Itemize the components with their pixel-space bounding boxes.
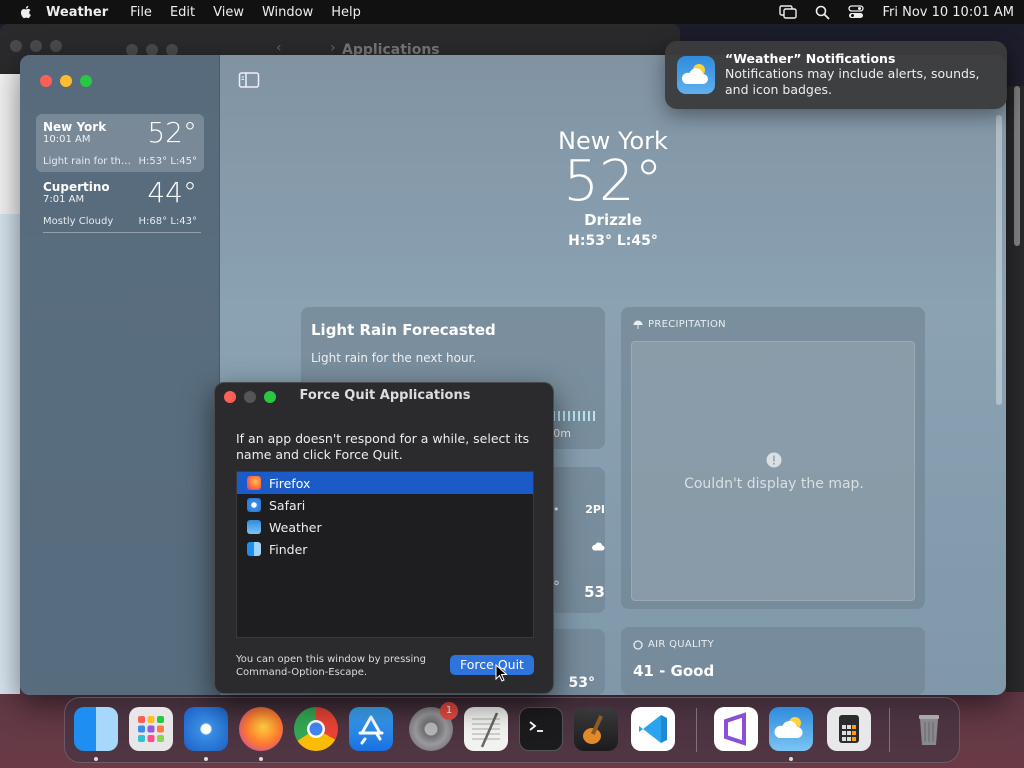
background-window-edge-top (0, 74, 20, 214)
main-scrollbar[interactable] (996, 115, 1002, 405)
dock-finder-icon[interactable] (74, 707, 118, 751)
dock-weather-icon[interactable] (769, 707, 813, 751)
hourly-degree: ° (553, 579, 560, 595)
map-error-message: Couldn't display the map. (684, 476, 864, 492)
weather-icon (247, 520, 261, 534)
apple-menu-icon[interactable] (18, 4, 34, 20)
force-quit-button[interactable]: Force Quit (450, 655, 534, 675)
weather-sidebar: New York 10:01 AM 52° Light rain for the… (20, 55, 220, 695)
cloud-icon (592, 542, 605, 551)
control-center-icon[interactable] (848, 5, 865, 19)
dock-running-indicator (94, 757, 98, 761)
app-name: Safari (269, 497, 306, 513)
dock-terminal-icon[interactable] (519, 707, 563, 751)
app-list[interactable]: Firefox Safari Weather Finder (236, 471, 534, 638)
menu-file[interactable]: File (130, 5, 152, 20)
air-quality-icon (633, 639, 643, 650)
weather-app-icon (677, 56, 715, 94)
dock-app-store-icon[interactable] (349, 707, 393, 751)
rain-card-text: Light rain for the next hour. (311, 351, 477, 365)
dock-trash-icon[interactable] (907, 707, 951, 751)
safari-icon (247, 498, 261, 512)
minimize-button[interactable] (60, 75, 72, 87)
screen-mirroring-icon[interactable] (779, 5, 798, 19)
background-window-controls (10, 40, 62, 52)
menu-edit[interactable]: Edit (170, 5, 195, 20)
city-high-low: H:53° L:45° (138, 156, 197, 167)
menu-bar-clock[interactable]: Fri Nov 10 10:01 AM (882, 5, 1014, 20)
force-quit-dialog: Force Quit Applications If an app doesn'… (214, 382, 554, 694)
air-quality-card[interactable]: AIR QUALITY 41 - Good (621, 627, 925, 695)
app-row-weather[interactable]: Weather (237, 516, 533, 538)
current-high-low: H:53° L:45° (568, 233, 658, 249)
dock (64, 697, 960, 763)
air-quality-value: 41 - Good (633, 662, 715, 680)
dock-firefox-icon[interactable] (239, 707, 283, 751)
precipitation-map[interactable]: Couldn't display the map. (631, 341, 915, 601)
app-row-finder[interactable]: Finder (237, 538, 533, 560)
rain-scale-label: 0m (553, 427, 571, 440)
air-quality-label: AIR QUALITY (648, 639, 714, 650)
dock-launchpad-icon[interactable] (129, 707, 173, 751)
dock-textedit-icon[interactable] (464, 707, 508, 751)
city-condition: Mostly Cloudy (43, 216, 114, 227)
dock-calculator-icon[interactable] (827, 707, 871, 751)
current-condition: Drizzle (584, 211, 642, 229)
city-temp: 52° (147, 116, 197, 149)
hourly-temp: 53 (584, 583, 605, 601)
sidebar-toggle-icon[interactable] (238, 71, 260, 89)
dock-visual-studio-icon[interactable] (714, 707, 758, 751)
dialog-instructions: If an app doesn't respond for a while, s… (236, 431, 530, 462)
app-row-firefox[interactable]: Firefox (237, 472, 533, 494)
zoom-button[interactable] (80, 75, 92, 87)
dialog-hint: You can open this window by pressing Com… (236, 654, 426, 678)
background-scrollbar[interactable] (1014, 86, 1020, 246)
menu-bar: Weather File Edit View Window Help Fri N… (0, 0, 1024, 24)
menu-help[interactable]: Help (331, 5, 361, 20)
precipitation-card[interactable]: PRECIPITATION Couldn't display the map. (621, 307, 925, 609)
finder-icon (247, 542, 261, 556)
system-settings-badge: 1 (440, 702, 458, 720)
close-button[interactable] (40, 75, 52, 87)
dialog-title: Force Quit Applications (299, 388, 471, 403)
menu-app-name[interactable]: Weather (46, 5, 108, 20)
dock-separator (696, 708, 697, 752)
city-condition: Light rain for the next hour. (43, 156, 133, 167)
umbrella-icon (633, 320, 643, 329)
city-temp: 44° (147, 176, 197, 209)
notification-body: Notifications may include alerts, sounds… (725, 66, 980, 97)
mouse-cursor-icon (495, 664, 507, 682)
city-card-cupertino[interactable]: Cupertino 7:01 AM 44° Mostly Cloudy H:68… (36, 174, 204, 232)
notification-title: “Weather” Notifications (725, 51, 896, 66)
city-high-low: H:68° L:43° (138, 216, 197, 227)
info-icon (766, 452, 782, 468)
spotlight-search-icon[interactable] (815, 5, 831, 20)
app-name: Finder (269, 541, 308, 557)
app-name: Firefox (269, 475, 311, 491)
precipitation-label: PRECIPITATION (648, 319, 726, 330)
dock-safari-icon[interactable] (184, 707, 228, 751)
dock-separator (889, 708, 890, 752)
menu-window[interactable]: Window (262, 5, 313, 20)
background-window-right-edge (1006, 86, 1024, 692)
app-name: Weather (269, 519, 322, 535)
dock-garageband-icon[interactable] (574, 707, 618, 751)
dock-chrome-icon[interactable] (294, 707, 338, 751)
dock-running-indicator (789, 757, 793, 761)
dock-running-indicator (259, 757, 263, 761)
dock-vscode-icon[interactable] (631, 707, 675, 751)
app-row-safari[interactable]: Safari (237, 494, 533, 516)
rain-card-title: Light Rain Forecasted (311, 321, 496, 339)
firefox-icon (247, 476, 261, 490)
menu-view[interactable]: View (213, 5, 244, 20)
notification-banner[interactable]: “Weather” Notifications Notifications ma… (665, 41, 1007, 109)
daily-temp: 53° (568, 675, 595, 691)
window-controls (40, 75, 92, 87)
current-weather-header: New York 52° Drizzle H:53° L:45° (220, 127, 1006, 249)
hourly-time: 2PI (585, 503, 605, 516)
dock-running-indicator (204, 757, 208, 761)
city-card-new-york[interactable]: New York 10:01 AM 52° Light rain for the… (36, 114, 204, 172)
city-divider (43, 232, 201, 233)
current-temperature: 52° (563, 149, 663, 214)
